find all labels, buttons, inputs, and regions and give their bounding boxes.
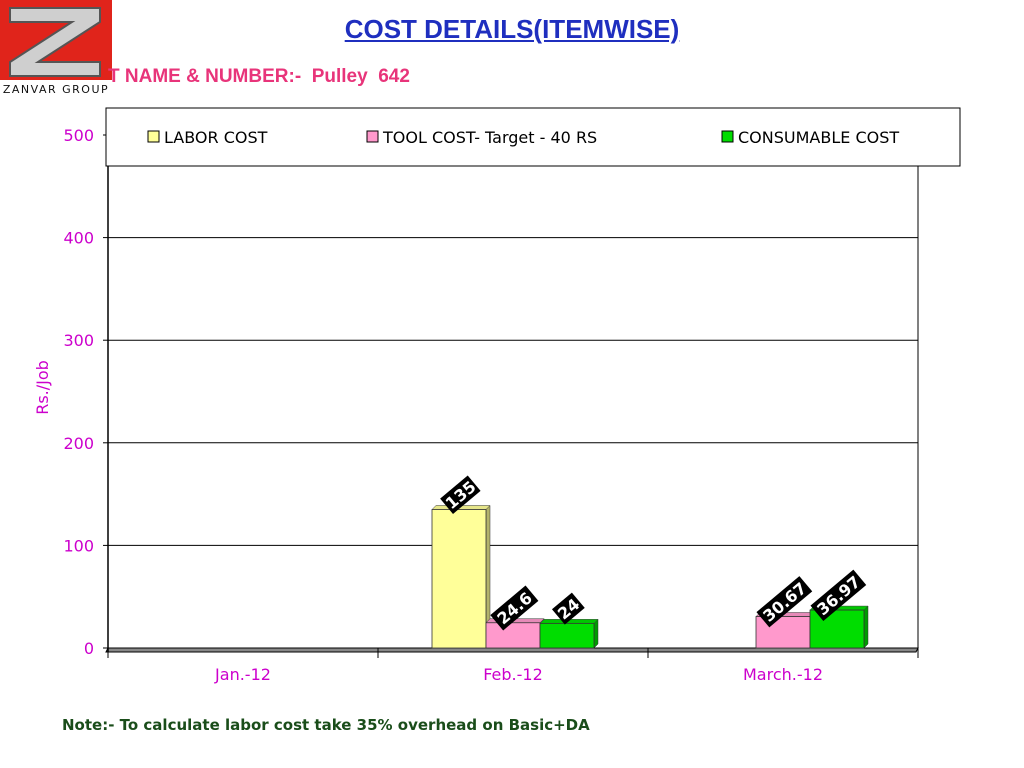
bar	[485, 622, 541, 649]
footnote: Note:- To calculate labor cost take 35% …	[62, 716, 590, 734]
bar	[539, 622, 595, 649]
legend-swatch	[147, 130, 160, 143]
bar	[755, 616, 811, 649]
legend-swatch	[721, 130, 734, 143]
y-tick-label: 500	[63, 126, 94, 145]
x-tick-label: Feb.-12	[483, 665, 543, 684]
y-tick-label: 100	[63, 536, 94, 555]
bar	[431, 509, 487, 649]
legend-label: LABOR COST	[164, 128, 268, 147]
x-tick-label: Jan.-12	[214, 665, 271, 684]
y-tick-label: 400	[63, 229, 94, 248]
bar-side	[863, 605, 869, 649]
bar-chart: 0 100 200 300 400 500 Rs./Job Jan.-12 Feb.-12 Mar…	[33, 107, 961, 684]
x-tick-label: March.-12	[743, 665, 823, 684]
y-tick-label: 0	[84, 639, 94, 658]
y-tick-label: 300	[63, 331, 94, 350]
chart-floor	[105, 647, 919, 653]
legend-label: CONSUMABLE COST	[738, 128, 899, 147]
bar	[809, 609, 865, 649]
bar-side	[593, 618, 599, 649]
legend-swatch	[366, 130, 379, 143]
plot-area	[107, 134, 919, 649]
y-tick-label: 200	[63, 434, 94, 453]
y-axis-label: Rs./Job	[33, 360, 52, 415]
legend-label: TOOL COST- Target - 40 RS	[382, 128, 597, 147]
